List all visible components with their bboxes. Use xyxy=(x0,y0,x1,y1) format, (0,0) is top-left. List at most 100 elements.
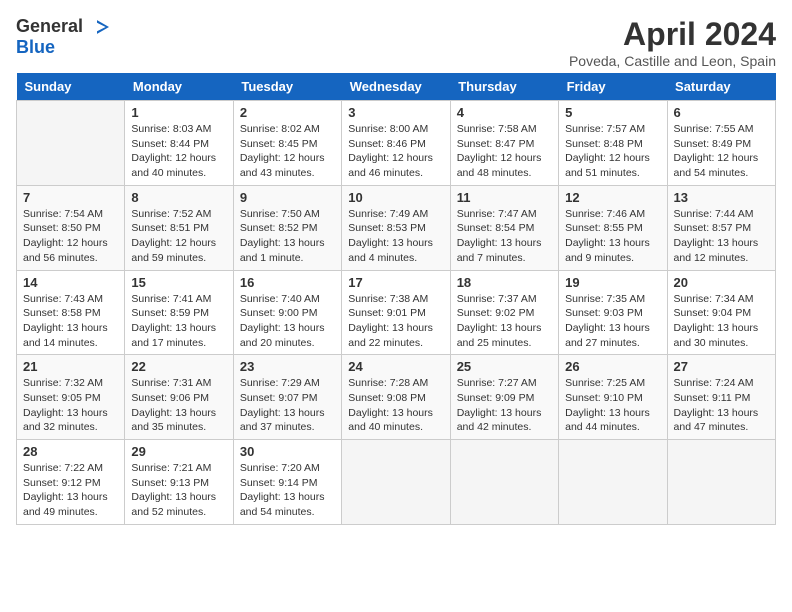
cell-info: Sunrise: 7:29 AMSunset: 9:07 PMDaylight:… xyxy=(240,376,335,435)
calendar-cell: 30 Sunrise: 7:20 AMSunset: 9:14 PMDaylig… xyxy=(233,440,341,525)
cell-day-number: 2 xyxy=(240,105,335,120)
cell-day-number: 6 xyxy=(674,105,769,120)
calendar-cell: 24 Sunrise: 7:28 AMSunset: 9:08 PMDaylig… xyxy=(342,355,450,440)
cell-day-number: 9 xyxy=(240,190,335,205)
cell-info: Sunrise: 8:02 AMSunset: 8:45 PMDaylight:… xyxy=(240,122,335,181)
cell-info: Sunrise: 7:31 AMSunset: 9:06 PMDaylight:… xyxy=(131,376,226,435)
cell-info: Sunrise: 7:21 AMSunset: 9:13 PMDaylight:… xyxy=(131,461,226,520)
cell-info: Sunrise: 8:00 AMSunset: 8:46 PMDaylight:… xyxy=(348,122,443,181)
cell-info: Sunrise: 7:28 AMSunset: 9:08 PMDaylight:… xyxy=(348,376,443,435)
cell-day-number: 5 xyxy=(565,105,660,120)
cell-info: Sunrise: 7:35 AMSunset: 9:03 PMDaylight:… xyxy=(565,292,660,351)
logo: General Blue xyxy=(16,16,109,58)
title-area: April 2024 Poveda, Castille and Leon, Sp… xyxy=(569,16,776,69)
calendar-cell: 11 Sunrise: 7:47 AMSunset: 8:54 PMDaylig… xyxy=(450,185,558,270)
calendar-cell: 8 Sunrise: 7:52 AMSunset: 8:51 PMDayligh… xyxy=(125,185,233,270)
cell-info: Sunrise: 7:37 AMSunset: 9:02 PMDaylight:… xyxy=(457,292,552,351)
calendar-week-row: 7 Sunrise: 7:54 AMSunset: 8:50 PMDayligh… xyxy=(17,185,776,270)
cell-info: Sunrise: 7:55 AMSunset: 8:49 PMDaylight:… xyxy=(674,122,769,181)
cell-info: Sunrise: 7:24 AMSunset: 9:11 PMDaylight:… xyxy=(674,376,769,435)
cell-day-number: 18 xyxy=(457,275,552,290)
cell-info: Sunrise: 7:40 AMSunset: 9:00 PMDaylight:… xyxy=(240,292,335,351)
cell-info: Sunrise: 8:03 AMSunset: 8:44 PMDaylight:… xyxy=(131,122,226,181)
calendar-cell: 19 Sunrise: 7:35 AMSunset: 9:03 PMDaylig… xyxy=(559,270,667,355)
calendar-cell: 21 Sunrise: 7:32 AMSunset: 9:05 PMDaylig… xyxy=(17,355,125,440)
calendar-week-row: 14 Sunrise: 7:43 AMSunset: 8:58 PMDaylig… xyxy=(17,270,776,355)
calendar-cell xyxy=(559,440,667,525)
calendar-header-tuesday: Tuesday xyxy=(233,73,341,101)
logo-flag-icon xyxy=(85,20,109,34)
cell-day-number: 11 xyxy=(457,190,552,205)
cell-day-number: 12 xyxy=(565,190,660,205)
calendar-cell: 17 Sunrise: 7:38 AMSunset: 9:01 PMDaylig… xyxy=(342,270,450,355)
cell-info: Sunrise: 7:44 AMSunset: 8:57 PMDaylight:… xyxy=(674,207,769,266)
calendar-cell: 4 Sunrise: 7:58 AMSunset: 8:47 PMDayligh… xyxy=(450,101,558,186)
calendar-cell: 18 Sunrise: 7:37 AMSunset: 9:02 PMDaylig… xyxy=(450,270,558,355)
cell-day-number: 24 xyxy=(348,359,443,374)
cell-info: Sunrise: 7:32 AMSunset: 9:05 PMDaylight:… xyxy=(23,376,118,435)
calendar-cell: 16 Sunrise: 7:40 AMSunset: 9:00 PMDaylig… xyxy=(233,270,341,355)
cell-day-number: 3 xyxy=(348,105,443,120)
cell-day-number: 28 xyxy=(23,444,118,459)
location-subtitle: Poveda, Castille and Leon, Spain xyxy=(569,53,776,69)
calendar-cell: 10 Sunrise: 7:49 AMSunset: 8:53 PMDaylig… xyxy=(342,185,450,270)
cell-day-number: 17 xyxy=(348,275,443,290)
cell-info: Sunrise: 7:49 AMSunset: 8:53 PMDaylight:… xyxy=(348,207,443,266)
cell-day-number: 4 xyxy=(457,105,552,120)
calendar-cell: 15 Sunrise: 7:41 AMSunset: 8:59 PMDaylig… xyxy=(125,270,233,355)
calendar-cell: 7 Sunrise: 7:54 AMSunset: 8:50 PMDayligh… xyxy=(17,185,125,270)
cell-day-number: 10 xyxy=(348,190,443,205)
cell-day-number: 22 xyxy=(131,359,226,374)
calendar-cell xyxy=(450,440,558,525)
cell-day-number: 8 xyxy=(131,190,226,205)
cell-info: Sunrise: 7:22 AMSunset: 9:12 PMDaylight:… xyxy=(23,461,118,520)
cell-day-number: 1 xyxy=(131,105,226,120)
cell-info: Sunrise: 7:52 AMSunset: 8:51 PMDaylight:… xyxy=(131,207,226,266)
cell-info: Sunrise: 7:20 AMSunset: 9:14 PMDaylight:… xyxy=(240,461,335,520)
calendar-cell: 29 Sunrise: 7:21 AMSunset: 9:13 PMDaylig… xyxy=(125,440,233,525)
calendar-cell: 23 Sunrise: 7:29 AMSunset: 9:07 PMDaylig… xyxy=(233,355,341,440)
calendar-week-row: 28 Sunrise: 7:22 AMSunset: 9:12 PMDaylig… xyxy=(17,440,776,525)
calendar-body: 1 Sunrise: 8:03 AMSunset: 8:44 PMDayligh… xyxy=(17,101,776,525)
calendar-cell: 5 Sunrise: 7:57 AMSunset: 8:48 PMDayligh… xyxy=(559,101,667,186)
cell-day-number: 14 xyxy=(23,275,118,290)
calendar-table: SundayMondayTuesdayWednesdayThursdayFrid… xyxy=(16,73,776,525)
cell-info: Sunrise: 7:58 AMSunset: 8:47 PMDaylight:… xyxy=(457,122,552,181)
calendar-cell: 22 Sunrise: 7:31 AMSunset: 9:06 PMDaylig… xyxy=(125,355,233,440)
calendar-header-thursday: Thursday xyxy=(450,73,558,101)
header: General Blue April 2024 Poveda, Castille… xyxy=(16,16,776,69)
calendar-cell: 20 Sunrise: 7:34 AMSunset: 9:04 PMDaylig… xyxy=(667,270,775,355)
calendar-cell: 27 Sunrise: 7:24 AMSunset: 9:11 PMDaylig… xyxy=(667,355,775,440)
calendar-header-wednesday: Wednesday xyxy=(342,73,450,101)
calendar-cell: 9 Sunrise: 7:50 AMSunset: 8:52 PMDayligh… xyxy=(233,185,341,270)
cell-day-number: 21 xyxy=(23,359,118,374)
calendar-cell: 1 Sunrise: 8:03 AMSunset: 8:44 PMDayligh… xyxy=(125,101,233,186)
cell-info: Sunrise: 7:25 AMSunset: 9:10 PMDaylight:… xyxy=(565,376,660,435)
calendar-cell: 26 Sunrise: 7:25 AMSunset: 9:10 PMDaylig… xyxy=(559,355,667,440)
calendar-cell: 3 Sunrise: 8:00 AMSunset: 8:46 PMDayligh… xyxy=(342,101,450,186)
cell-info: Sunrise: 7:38 AMSunset: 9:01 PMDaylight:… xyxy=(348,292,443,351)
calendar-cell: 28 Sunrise: 7:22 AMSunset: 9:12 PMDaylig… xyxy=(17,440,125,525)
logo-general-text: General xyxy=(16,16,83,37)
cell-info: Sunrise: 7:43 AMSunset: 8:58 PMDaylight:… xyxy=(23,292,118,351)
month-title: April 2024 xyxy=(569,16,776,53)
cell-day-number: 7 xyxy=(23,190,118,205)
cell-day-number: 29 xyxy=(131,444,226,459)
cell-day-number: 30 xyxy=(240,444,335,459)
cell-day-number: 16 xyxy=(240,275,335,290)
cell-info: Sunrise: 7:41 AMSunset: 8:59 PMDaylight:… xyxy=(131,292,226,351)
calendar-cell xyxy=(667,440,775,525)
cell-day-number: 20 xyxy=(674,275,769,290)
calendar-header-saturday: Saturday xyxy=(667,73,775,101)
calendar-header-sunday: Sunday xyxy=(17,73,125,101)
calendar-cell xyxy=(17,101,125,186)
cell-info: Sunrise: 7:46 AMSunset: 8:55 PMDaylight:… xyxy=(565,207,660,266)
cell-info: Sunrise: 7:57 AMSunset: 8:48 PMDaylight:… xyxy=(565,122,660,181)
calendar-cell: 6 Sunrise: 7:55 AMSunset: 8:49 PMDayligh… xyxy=(667,101,775,186)
cell-info: Sunrise: 7:47 AMSunset: 8:54 PMDaylight:… xyxy=(457,207,552,266)
cell-info: Sunrise: 7:54 AMSunset: 8:50 PMDaylight:… xyxy=(23,207,118,266)
cell-info: Sunrise: 7:50 AMSunset: 8:52 PMDaylight:… xyxy=(240,207,335,266)
cell-day-number: 15 xyxy=(131,275,226,290)
calendar-cell: 25 Sunrise: 7:27 AMSunset: 9:09 PMDaylig… xyxy=(450,355,558,440)
cell-info: Sunrise: 7:34 AMSunset: 9:04 PMDaylight:… xyxy=(674,292,769,351)
